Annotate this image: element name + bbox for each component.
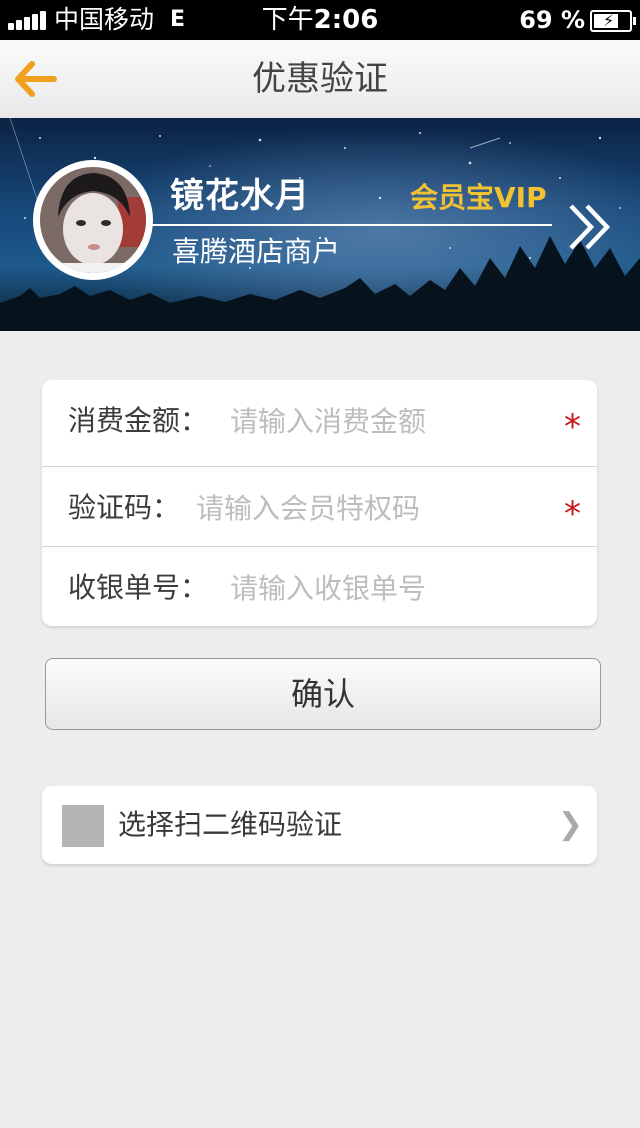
clock-period: 下午	[261, 5, 314, 35]
status-bar: 中国移动 E 下午2:06 69 % ⚡	[0, 0, 640, 40]
user-name: 镜花水月	[170, 176, 310, 216]
nav-bar: 优惠验证	[0, 40, 640, 119]
banner-divider	[152, 224, 552, 226]
verification-code-row: 验证码： *	[42, 466, 597, 547]
clock-time: 2:06	[313, 5, 379, 35]
qr-verify-option[interactable]: 选择扫二维码验证 ❯	[42, 786, 597, 864]
page-title: 优惠验证	[252, 59, 388, 99]
confirm-button[interactable]: 确认	[45, 658, 601, 730]
verification-code-label: 验证码：	[68, 491, 181, 524]
required-marker: *	[564, 494, 581, 534]
avatar-frame	[33, 160, 153, 280]
vip-badge: 会员宝VIP	[410, 181, 547, 214]
amount-row: 消费金额： *	[42, 380, 597, 460]
chevron-right-icon: ❯	[557, 807, 583, 842]
member-banner[interactable]: 镜花水月 会员宝VIP 喜腾酒店商户	[0, 118, 640, 331]
double-chevron-right-icon[interactable]	[565, 202, 615, 252]
verification-code-input[interactable]	[196, 489, 496, 527]
receipt-number-row: 收银单号：	[42, 546, 597, 627]
amount-label: 消费金额：	[68, 404, 209, 437]
battery-percent: 69 %	[519, 6, 585, 34]
battery-icon: ⚡	[590, 10, 636, 32]
merchant-name: 喜腾酒店商户	[172, 235, 341, 268]
required-marker: *	[564, 407, 581, 447]
qr-verify-label: 选择扫二维码验证	[118, 808, 343, 841]
user-portrait-icon	[40, 167, 146, 273]
receipt-number-label: 收银单号：	[68, 571, 209, 604]
receipt-number-input[interactable]	[230, 569, 530, 607]
amount-input[interactable]	[230, 402, 530, 440]
verification-form: 消费金额： * 验证码： * 收银单号：	[42, 380, 597, 626]
avatar	[40, 167, 146, 273]
qr-verify-checkbox[interactable]	[62, 805, 104, 847]
